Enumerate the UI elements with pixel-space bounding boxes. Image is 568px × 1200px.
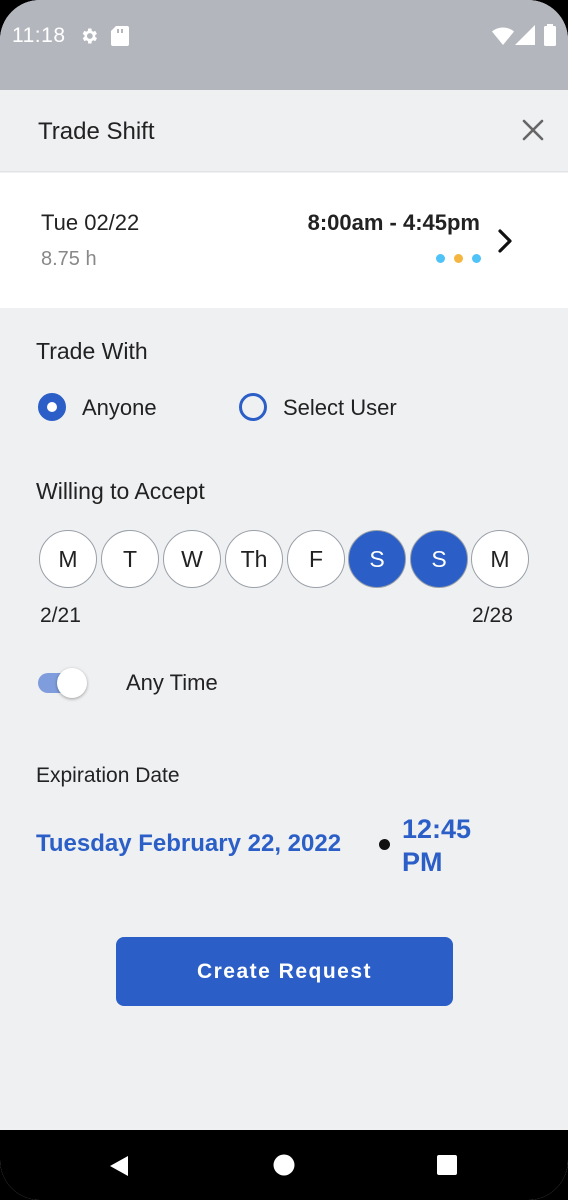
any-time-label: Any Time	[126, 670, 218, 695]
shift-card[interactable]: Tue 02/22 8.75 h 8:00am - 4:45pm	[0, 173, 568, 308]
expiration-time-value[interactable]: 12:45 PM	[402, 813, 512, 879]
status-dot	[436, 254, 445, 263]
header: Trade Shift	[0, 90, 568, 172]
radio-anyone-label[interactable]: Anyone	[82, 395, 157, 421]
close-icon[interactable]	[515, 112, 551, 148]
status-dot	[472, 254, 481, 263]
day-toggle-sun[interactable]: S	[410, 530, 468, 588]
day-toggle-mon-next[interactable]: M	[471, 530, 529, 588]
home-icon[interactable]	[273, 1154, 295, 1176]
create-request-button[interactable]: Create Request	[116, 937, 453, 1006]
day-toggle-tue[interactable]: T	[101, 530, 159, 588]
day-toggle-mon[interactable]: M	[39, 530, 97, 588]
expiration-date-label: Expiration Date	[36, 764, 180, 787]
expiration-date-value[interactable]: Tuesday February 22, 2022	[36, 830, 341, 858]
gear-icon	[82, 28, 97, 44]
range-end-date: 2/28	[472, 604, 513, 627]
wifi-icon	[492, 27, 514, 45]
radio-select-user-label[interactable]: Select User	[283, 395, 397, 421]
radio-dot	[47, 402, 57, 412]
back-icon[interactable]	[108, 1155, 130, 1177]
status-time: 11:18	[12, 24, 66, 47]
chevron-right-icon[interactable]	[494, 227, 516, 255]
radio-anyone[interactable]	[38, 393, 66, 421]
day-toggle-fri[interactable]: F	[287, 530, 345, 588]
shift-hours: 8.75 h	[41, 248, 97, 270]
recents-icon[interactable]	[437, 1155, 457, 1175]
page-title: Trade Shift	[38, 118, 155, 145]
status-bar: 11:18	[0, 0, 568, 90]
trade-with-label: Trade With	[36, 338, 148, 364]
sd-card-icon	[111, 26, 129, 46]
range-start-date: 2/21	[40, 604, 81, 627]
status-dot	[454, 254, 463, 263]
any-time-toggle-thumb[interactable]	[57, 668, 87, 698]
shift-date: Tue 02/22	[41, 210, 140, 235]
battery-icon	[544, 24, 556, 46]
radio-select-user[interactable]	[239, 393, 267, 421]
willing-to-accept-label: Willing to Accept	[36, 478, 205, 504]
navigation-bar	[0, 1130, 568, 1200]
screen: 11:18 Trade Shift Tue 02/22 8.75 h 8:00a…	[0, 0, 568, 1200]
day-toggle-wed[interactable]: W	[163, 530, 221, 588]
shift-time-range: 8:00am - 4:45pm	[307, 210, 480, 235]
separator-dot	[379, 839, 390, 850]
signal-icon	[515, 25, 535, 45]
day-toggle-sat[interactable]: S	[348, 530, 406, 588]
day-toggle-thu[interactable]: Th	[225, 530, 283, 588]
